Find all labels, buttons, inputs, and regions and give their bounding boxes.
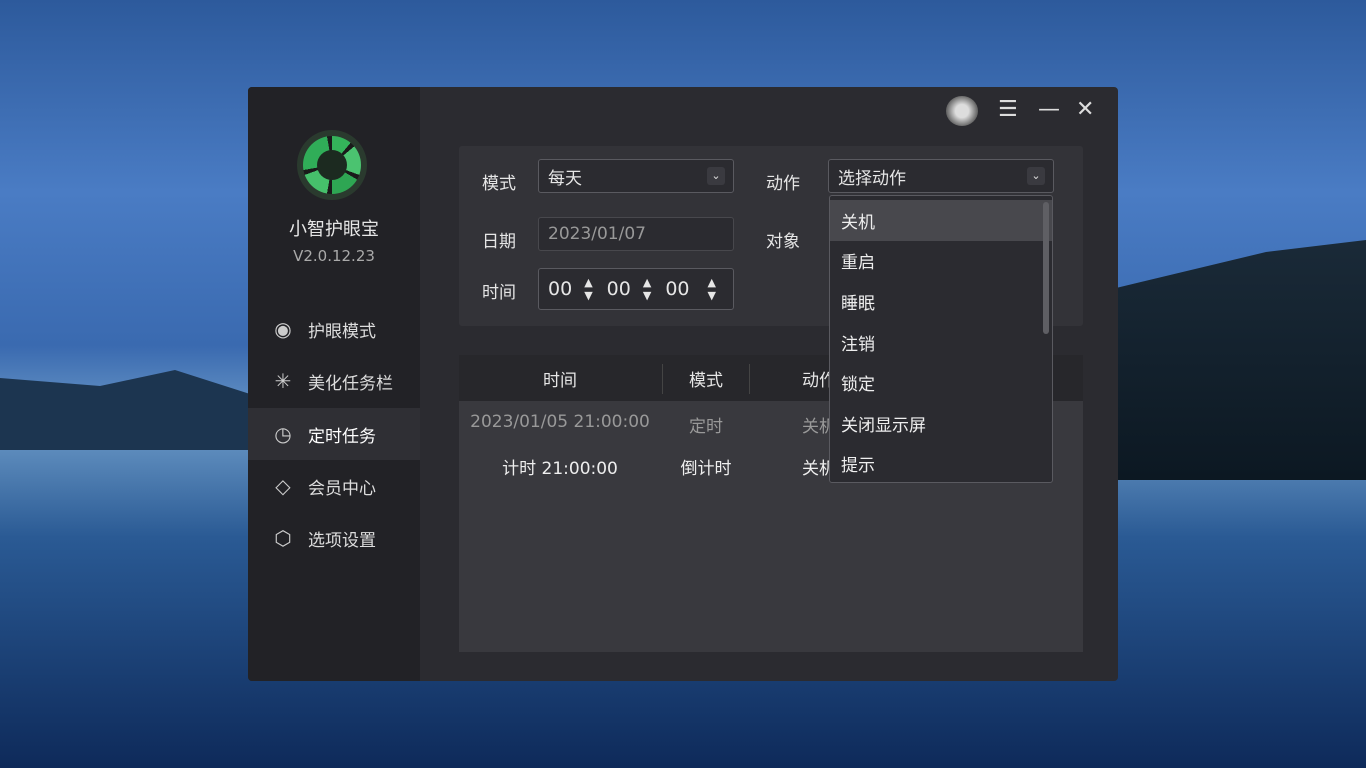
hour-spinner-icon[interactable]: ▲ ▼ <box>584 276 592 302</box>
app-window: 小智护眼宝 V2.0.12.23 ◉ 护眼模式 ✳ 美化任务栏 ◷ 定时任务 ◇ 会员中… <box>248 87 1118 681</box>
second-value: 00 <box>665 278 690 300</box>
option-lock[interactable]: 锁定 <box>830 362 1052 403</box>
background-mountains <box>0 370 250 450</box>
row-mode: 倒计时 <box>680 459 732 479</box>
sidebar-item-scheduled-tasks[interactable]: ◷ 定时任务 <box>248 408 420 460</box>
mode-label: 模式 <box>482 174 516 194</box>
sidebar-item-label: 选项设置 <box>308 530 376 551</box>
menu-icon[interactable]: ☰ <box>998 97 1018 122</box>
action-select[interactable]: 选择动作 ⌄ <box>828 159 1054 193</box>
app-version: V2.0.12.23 <box>293 247 375 265</box>
mode-value: 每天 <box>548 168 582 189</box>
sidebar-item-label: 护眼模式 <box>308 321 376 342</box>
hour-value: 00 <box>548 278 573 300</box>
sidebar-item-label: 定时任务 <box>308 426 376 447</box>
sidebar-item-taskbar[interactable]: ✳ 美化任务栏 <box>248 355 420 407</box>
minute-spinner-icon[interactable]: ▲ ▼ <box>643 276 651 302</box>
sparkle-icon: ✳ <box>274 369 292 393</box>
sidebar-item-membership[interactable]: ◇ 会员中心 <box>248 460 420 512</box>
option-restart[interactable]: 重启 <box>830 241 1052 282</box>
header-time: 时间 <box>543 371 577 391</box>
sidebar-item-settings[interactable]: ⬡ 选项设置 <box>248 512 420 564</box>
minimize-icon[interactable]: — <box>1038 97 1060 122</box>
row-mode: 定时 <box>689 417 723 437</box>
date-input[interactable]: 2023/01/07 <box>538 217 734 251</box>
target-label: 对象 <box>766 232 800 252</box>
row-time: 计时 21:00:00 <box>502 459 618 479</box>
close-icon[interactable]: ✕ <box>1076 97 1094 122</box>
sidebar-item-eye-mode[interactable]: ◉ 护眼模式 <box>248 303 420 355</box>
time-label: 时间 <box>482 283 516 303</box>
option-shutdown[interactable]: 关机 <box>830 200 1052 241</box>
eye-icon: ◉ <box>274 317 292 341</box>
skin-icon[interactable] <box>946 96 978 126</box>
background-hill <box>1116 240 1366 480</box>
action-dropdown-list: 关机 重启 睡眠 注销 锁定 关闭显示屏 提示 <box>829 195 1053 483</box>
action-label: 动作 <box>766 174 800 194</box>
minute-value: 00 <box>606 278 631 300</box>
option-sleep[interactable]: 睡眠 <box>830 281 1052 322</box>
date-label: 日期 <box>482 232 516 252</box>
action-value: 选择动作 <box>838 168 906 189</box>
chevron-down-icon: ⌄ <box>1027 167 1045 185</box>
option-reminder[interactable]: 提示 <box>830 444 1052 482</box>
second-spinner-icon[interactable]: ▲ ▼ <box>708 276 716 302</box>
sidebar-item-label: 会员中心 <box>308 478 376 499</box>
clock-icon: ◷ <box>274 422 292 446</box>
option-logoff[interactable]: 注销 <box>830 322 1052 363</box>
header-mode: 模式 <box>689 371 723 391</box>
row-time: 2023/01/05 21:00:00 <box>470 412 650 432</box>
sidebar-item-label: 美化任务栏 <box>308 373 393 394</box>
app-logo <box>297 130 367 200</box>
time-input[interactable]: 00 ▲ ▼ 00 ▲ ▼ 00 ▲ ▼ <box>538 268 734 310</box>
dropdown-scrollbar[interactable] <box>1043 202 1049 334</box>
diamond-icon: ◇ <box>275 474 291 498</box>
mode-select[interactable]: 每天 ⌄ <box>538 159 734 193</box>
settings-icon: ⬡ <box>274 526 292 550</box>
chevron-down-icon: ⌄ <box>707 167 725 185</box>
app-name: 小智护眼宝 <box>289 219 379 240</box>
sidebar: 小智护眼宝 V2.0.12.23 ◉ 护眼模式 ✳ 美化任务栏 ◷ 定时任务 ◇ 会员中… <box>248 87 420 681</box>
option-display-off[interactable]: 关闭显示屏 <box>830 403 1052 444</box>
